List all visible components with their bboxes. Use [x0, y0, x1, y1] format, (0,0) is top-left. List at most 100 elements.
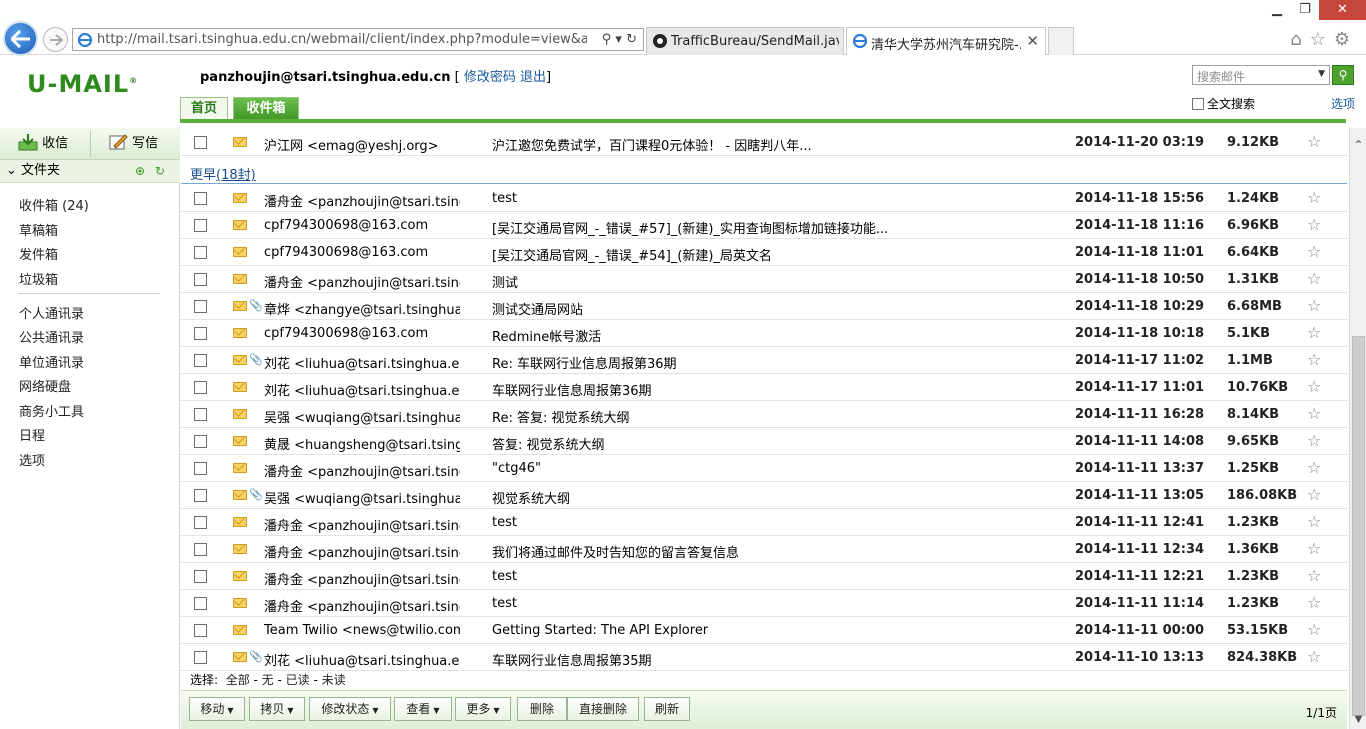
row-checkbox[interactable] — [194, 408, 207, 421]
home-icon[interactable]: ⌂ — [1290, 29, 1309, 50]
row-subject[interactable]: 车联网行业信息周报第36期 — [492, 380, 1012, 399]
table-row[interactable]: 潘舟金 <panzhoujin@tsari.tsinghua test 2014-1… — [181, 563, 1347, 590]
row-checkbox[interactable] — [194, 597, 207, 610]
fulltext-search-option[interactable]: 全文搜索 — [1192, 95, 1255, 112]
row-subject[interactable]: Re: 车联网行业信息周报第36期 — [492, 353, 1012, 372]
star-icon[interactable]: ☆ — [1307, 458, 1321, 477]
row-subject[interactable]: test — [492, 515, 1012, 530]
row-checkbox[interactable] — [194, 489, 207, 502]
address-bar[interactable]: http://mail.tsari.tsinghua.edu.cn/webmai… — [72, 28, 644, 51]
write-button[interactable]: 写信 — [108, 132, 158, 156]
sidebar-item-inbox[interactable]: 收件箱 (24) — [19, 195, 89, 214]
row-subject[interactable]: 视觉系统大纲 — [492, 488, 1012, 507]
sidebar-item-business-tools[interactable]: 商务小工具 — [19, 401, 84, 420]
row-subject[interactable]: [吴江交通局官网_-_错误_#54]_(新建)_局英文名 — [492, 245, 1012, 264]
select-all-link[interactable]: 全部 — [226, 673, 250, 687]
sidebar-item-personal-contacts[interactable]: 个人通讯录 — [19, 303, 84, 322]
row-checkbox[interactable] — [194, 354, 207, 367]
star-icon[interactable]: ☆ — [1307, 132, 1321, 151]
star-icon[interactable]: ☆ — [1307, 188, 1321, 207]
group-count-link[interactable]: (18封) — [216, 168, 256, 183]
table-row[interactable]: Team Twilio <news@twilio.com> Getting Sta… — [181, 617, 1347, 644]
refresh-icon[interactable]: ↻ — [626, 32, 637, 47]
star-icon[interactable]: ☆ — [1307, 539, 1321, 558]
table-row[interactable]: cpf794300698@163.com [吴江交通局官网_-_错误_#57]_(… — [181, 212, 1347, 239]
star-icon[interactable]: ☆ — [1307, 269, 1321, 288]
folder-header[interactable]: ⌄ 文件夹 ⊕ ↻ — [0, 160, 180, 183]
table-row[interactable]: 📎章烨 <zhangye@tsari.tsinghua.edu 测试交通局网站 20… — [181, 293, 1347, 320]
row-subject[interactable]: Getting Started: The API Explorer — [492, 623, 1012, 638]
sidebar-item-calendar[interactable]: 日程 — [19, 425, 45, 444]
row-subject[interactable]: 测试交通局网站 — [492, 299, 1012, 318]
row-subject[interactable]: Re: 答复: 视觉系统大纲 — [492, 407, 1012, 426]
change-status-button[interactable]: 修改状态 ▼ — [309, 697, 391, 721]
row-subject[interactable]: [吴江交通局官网_-_错误_#57]_(新建)_实用查询图标增加链接功能... — [492, 218, 1012, 237]
table-row[interactable]: 📎 吴强 <wuqiang@tsari.tsinghua.e 视觉系统大纲 2014-… — [181, 482, 1347, 509]
row-subject[interactable]: 我们将通过邮件及时告知您的留言答复信息 — [492, 542, 1012, 561]
add-folder-icon[interactable]: ⊕ — [135, 160, 145, 182]
row-checkbox[interactable] — [194, 246, 207, 259]
row-checkbox[interactable] — [194, 462, 207, 475]
row-checkbox[interactable] — [194, 327, 207, 340]
star-icon[interactable]: ☆ — [1307, 620, 1321, 639]
sidebar-item-sent[interactable]: 发件箱 — [19, 244, 58, 263]
minimize-icon[interactable]: ▁ — [1263, 0, 1291, 20]
row-checkbox[interactable] — [194, 435, 207, 448]
row-subject[interactable]: test — [492, 569, 1012, 584]
star-icon[interactable]: ☆ — [1307, 215, 1321, 234]
row-checkbox[interactable] — [194, 192, 207, 205]
sidebar-item-org-contacts[interactable]: 单位通讯录 — [19, 352, 84, 371]
row-subject[interactable]: 车联网行业信息周报第35期 — [492, 650, 1012, 669]
maximize-icon[interactable]: ❐ — [1291, 0, 1319, 20]
table-row[interactable]: 📎 刘花 <liuhua@tsari.tsinghua.edu 车联网行业信息周报第… — [181, 644, 1347, 671]
receive-button[interactable]: 收信 — [18, 132, 68, 156]
row-checkbox[interactable] — [194, 543, 207, 556]
gear-icon[interactable]: ⚙ — [1334, 29, 1358, 50]
select-read-link[interactable]: 已读 — [286, 673, 310, 687]
sidebar-item-drafts[interactable]: 草稿箱 — [19, 220, 58, 239]
chevron-down-icon[interactable]: ▼ — [1318, 69, 1325, 79]
delete-button[interactable]: 删除 — [517, 697, 567, 721]
star-icon[interactable]: ☆ — [1307, 377, 1321, 396]
tab-home[interactable]: 首页 — [180, 97, 228, 120]
close-window-icon[interactable]: ✕ — [1319, 0, 1366, 20]
tab-inbox[interactable]: 收件箱 — [233, 97, 299, 120]
row-subject[interactable]: 答复: 视觉系统大纲 — [492, 434, 1012, 453]
star-icon[interactable]: ☆ — [1307, 566, 1321, 585]
table-row[interactable]: 刘花 <liuhua@tsari.tsinghua.edu 车联网行业信息周报第3… — [181, 374, 1347, 401]
refresh-icon[interactable]: ↻ — [155, 160, 165, 182]
star-icon[interactable]: ☆ — [1307, 512, 1321, 531]
vertical-scrollbar[interactable]: ⌃ ▼ — [1349, 128, 1366, 729]
scrollbar-thumb[interactable] — [1352, 336, 1365, 716]
dropdown-arrow-icon[interactable]: ▾ — [615, 32, 622, 47]
change-password-link[interactable]: 修改密码 — [464, 70, 516, 85]
star-icon[interactable]: ☆ — [1307, 350, 1321, 369]
table-row[interactable]: 潘舟金 <panzhoujin@tsari.tsinghua test 2014-1… — [181, 185, 1347, 212]
star-icon[interactable]: ☆ — [1307, 431, 1321, 450]
row-checkbox[interactable] — [194, 219, 207, 232]
table-row[interactable]: 潘舟金 <panzhoujin@tsari.tsinghua test 2014-1… — [181, 509, 1347, 536]
back-button[interactable] — [3, 21, 38, 56]
table-row[interactable]: cpf794300698@163.com Redmine帐号激活 2014-11-1… — [181, 320, 1347, 347]
select-none-link[interactable]: 无 — [262, 673, 274, 687]
fulltext-checkbox[interactable] — [1192, 98, 1204, 110]
table-row[interactable]: 潘舟金 <panzhoujin@tsari.tsinghua test 2014-1… — [181, 590, 1347, 617]
select-unread-link[interactable]: 未读 — [322, 673, 346, 687]
star-icon[interactable]: ☆ — [1307, 647, 1321, 666]
row-subject[interactable]: 沪江邀您免费试学，百门课程0元体验！ - 因瞎判八年... — [492, 135, 1012, 154]
row-subject[interactable]: test — [492, 596, 1012, 611]
more-button[interactable]: 更多 ▼ — [455, 697, 511, 721]
sidebar-item-options[interactable]: 选项 — [19, 450, 45, 469]
row-subject[interactable]: 测试 — [492, 272, 1012, 291]
row-checkbox[interactable] — [194, 570, 207, 583]
row-checkbox[interactable] — [194, 381, 207, 394]
scroll-up-icon[interactable]: ⌃ — [1350, 138, 1366, 152]
search-icon[interactable]: ⚲ — [602, 32, 612, 47]
browser-tab-github[interactable]: TrafficBureau/SendMail.jav... — [646, 27, 844, 55]
sidebar-item-trash[interactable]: 垃圾箱 — [19, 269, 58, 288]
star-icon[interactable]: ☆ — [1307, 296, 1321, 315]
row-subject[interactable]: Redmine帐号激活 — [492, 326, 1012, 345]
table-row[interactable]: 潘舟金 <panzhoujin@tsari.tsinghua 我们将通过邮件及时告… — [181, 536, 1347, 563]
close-tab-icon[interactable]: ✕ — [1026, 32, 1039, 50]
star-icon[interactable]: ☆ — [1307, 323, 1321, 342]
